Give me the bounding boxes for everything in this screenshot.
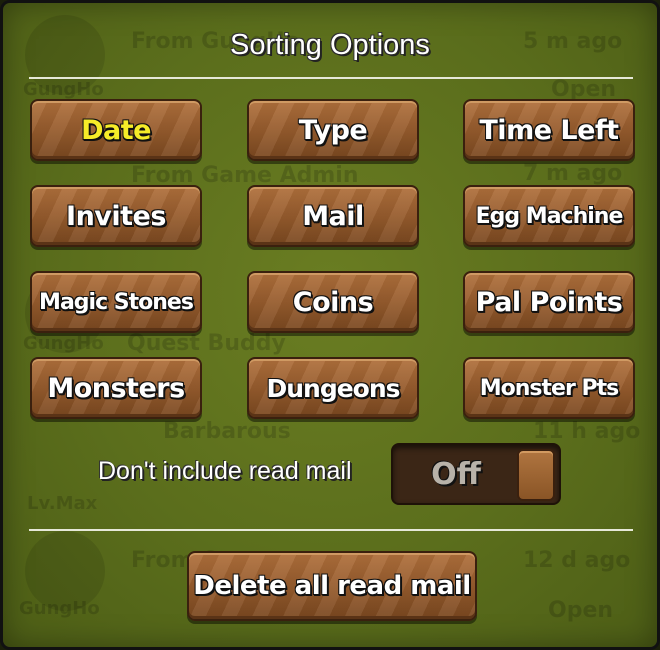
title-divider (29, 77, 633, 79)
sort-magic-stones-label: Magic Stones (39, 289, 194, 315)
sort-egg-machine-button[interactable]: Egg Machine (463, 185, 635, 247)
sort-coins-button[interactable]: Coins (247, 271, 419, 333)
bg-mail-brand: Lv.Max (27, 493, 98, 514)
dialog-title: Sorting Options (230, 29, 430, 61)
bottom-divider (29, 529, 633, 531)
sort-dungeons-label: Dungeons (266, 373, 400, 403)
sort-monster-pts-button[interactable]: Monster Pts (463, 357, 635, 419)
sort-type-button[interactable]: Type (247, 99, 419, 161)
sort-time-left-button[interactable]: Time Left (463, 99, 635, 161)
read-mail-toggle[interactable]: Off (391, 443, 561, 505)
sort-monsters-label: Monsters (47, 372, 185, 404)
sort-type-label: Type (298, 114, 368, 146)
bg-mail-time: 7 m ago (523, 161, 623, 186)
sort-pal-points-label: Pal Points (475, 286, 623, 318)
bg-mail-time: 11 h ago (533, 419, 641, 444)
sort-egg-machine-label: Egg Machine (475, 203, 624, 229)
sort-mail-label: Mail (302, 200, 364, 232)
sort-time-left-label: Time Left (479, 114, 619, 146)
sort-invites-button[interactable]: Invites (30, 185, 202, 247)
sort-date-button[interactable]: Date (30, 99, 202, 161)
sort-invites-label: Invites (66, 200, 166, 232)
sort-date-label: Date (81, 114, 151, 146)
bg-mail-open: Open (548, 598, 614, 623)
bg-mail-time: 12 d ago (523, 548, 631, 573)
bg-mail-brand: GungHo (19, 598, 100, 619)
sort-monster-pts-label: Monster Pts (479, 375, 619, 401)
sorting-options-dialog: From GungHo 5 m ago GungHo Open From Gam… (0, 0, 660, 650)
sort-mail-button[interactable]: Mail (247, 185, 419, 247)
delete-all-read-mail-label: Delete all read mail (193, 571, 471, 601)
sort-pal-points-button[interactable]: Pal Points (463, 271, 635, 333)
sort-coins-label: Coins (292, 286, 374, 318)
sort-monsters-button[interactable]: Monsters (30, 357, 202, 419)
bg-mail-sender: Barbarous (163, 419, 291, 444)
toggle-knob[interactable] (517, 449, 555, 501)
delete-all-read-mail-button[interactable]: Delete all read mail (187, 551, 477, 621)
toggle-state-text: Off (431, 456, 481, 492)
bg-mail-sender: Quest Buddy (127, 331, 286, 356)
bg-mail-brand: GungHo (23, 333, 104, 354)
sort-magic-stones-button[interactable]: Magic Stones (30, 271, 202, 333)
read-mail-option-label: Don't include read mail (98, 457, 352, 485)
bg-mail-brand: GungHo (23, 79, 104, 100)
sort-dungeons-button[interactable]: Dungeons (247, 357, 419, 419)
